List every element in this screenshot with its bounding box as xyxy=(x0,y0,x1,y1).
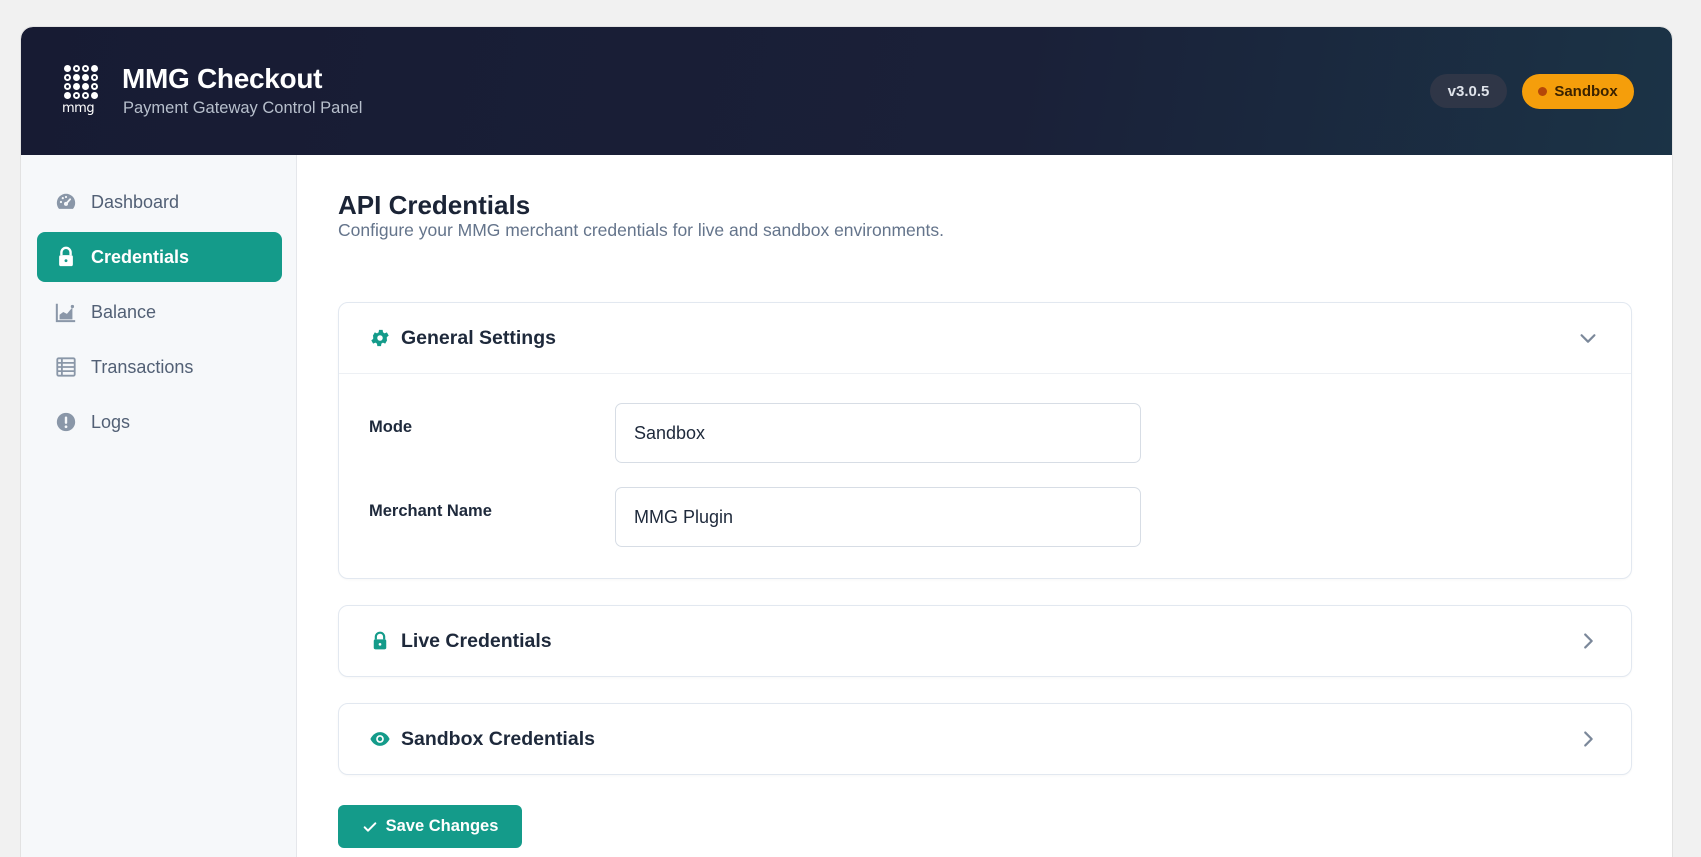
chart-area-icon xyxy=(55,301,77,323)
page-description: Configure your MMG merchant credentials … xyxy=(338,220,944,240)
sidebar-item-transactions[interactable]: Transactions xyxy=(37,342,282,392)
sidebar-item-label: Credentials xyxy=(91,246,190,267)
live-credentials-header[interactable]: Live Credentials xyxy=(339,606,1631,676)
sidebar-item-logs[interactable]: Logs xyxy=(37,397,282,447)
general-settings-panel: General Settings Mode Merchant Name xyxy=(338,302,1632,579)
general-settings-header[interactable]: General Settings xyxy=(339,303,1631,373)
header-bar: mmg MMG Checkout Payment Gateway Control… xyxy=(21,27,1672,155)
table-list-icon xyxy=(55,356,77,378)
sidebar-item-label: Dashboard xyxy=(91,191,180,212)
panel-title: Sandbox Credentials xyxy=(401,727,595,750)
panel-title: General Settings xyxy=(401,326,556,349)
chevron-right-icon[interactable] xyxy=(1577,728,1599,750)
general-settings-body: Mode Merchant Name xyxy=(339,373,1631,578)
lock-icon xyxy=(369,630,391,652)
chevron-down-icon[interactable] xyxy=(1577,327,1599,349)
app-title: MMG Checkout xyxy=(122,63,323,94)
sidebar-item-label: Transactions xyxy=(91,356,194,377)
lock-icon xyxy=(55,246,77,268)
logo-text: mmg xyxy=(62,101,95,116)
checkmark-icon xyxy=(363,821,376,832)
status-dot-icon xyxy=(1538,87,1548,96)
live-credentials-panel: Live Credentials xyxy=(338,605,1632,677)
mode-label: Mode xyxy=(369,418,413,436)
dashboard-gauge-icon xyxy=(55,191,77,213)
environment-label: Sandbox xyxy=(1554,83,1618,100)
panel-title: Live Credentials xyxy=(401,629,552,652)
sandbox-credentials-header[interactable]: Sandbox Credentials xyxy=(339,704,1631,774)
version-badge: v3.0.5 xyxy=(1430,74,1507,108)
mode-field[interactable] xyxy=(615,403,1141,463)
environment-badge: Sandbox xyxy=(1522,74,1634,109)
save-button-label: Save Changes xyxy=(385,817,499,835)
eye-icon xyxy=(369,728,391,750)
merchant-name-field[interactable] xyxy=(615,487,1141,547)
sidebar-item-label: Logs xyxy=(91,411,131,432)
mmg-logo: mmg xyxy=(62,65,102,119)
save-changes-button[interactable]: Save Changes xyxy=(338,805,522,848)
sidebar-item-credentials[interactable]: Credentials xyxy=(37,232,282,282)
main-content: API Credentials Configure your MMG merch… xyxy=(298,155,1672,857)
sandbox-credentials-panel: Sandbox Credentials xyxy=(338,703,1632,775)
app-window: mmg MMG Checkout Payment Gateway Control… xyxy=(21,27,1672,857)
sidebar-item-balance[interactable]: Balance xyxy=(37,287,282,337)
page-title: API Credentials xyxy=(338,190,531,220)
gear-icon xyxy=(369,327,391,349)
sidebar-item-dashboard[interactable]: Dashboard xyxy=(37,177,282,227)
exclamation-circle-icon xyxy=(55,411,77,433)
app-subtitle: Payment Gateway Control Panel xyxy=(123,99,363,117)
sidebar: Dashboard Credentials Balance Transactio… xyxy=(21,155,297,857)
merchant-name-label: Merchant Name xyxy=(369,502,492,520)
chevron-right-icon[interactable] xyxy=(1577,630,1599,652)
sidebar-item-label: Balance xyxy=(91,301,157,322)
